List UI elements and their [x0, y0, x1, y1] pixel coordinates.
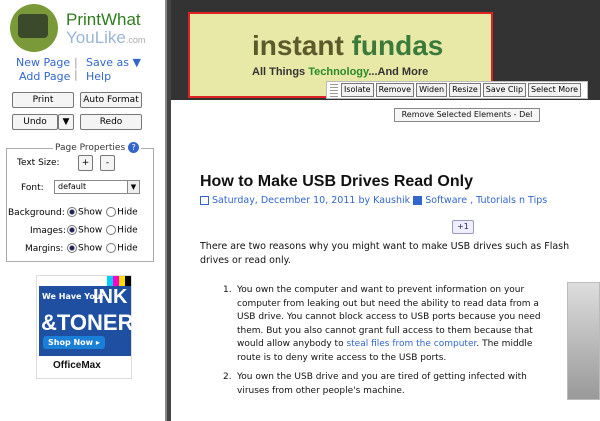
resize-button[interactable]: Resize — [449, 83, 481, 97]
logo-icon — [10, 4, 58, 52]
dropdown-arrow-icon: ▼ — [127, 181, 139, 193]
help-link[interactable]: Help — [86, 70, 111, 83]
ad-ink: INK — [93, 286, 128, 308]
images-show-radio[interactable] — [67, 225, 77, 235]
drag-handle-icon[interactable] — [330, 83, 338, 97]
widen-button[interactable]: Widen — [416, 83, 448, 97]
usb-drive-image — [567, 282, 600, 400]
text-size-decrease-button[interactable]: - — [100, 155, 115, 171]
auto-format-button[interactable]: Auto Format — [80, 92, 142, 108]
selection-toolbar: Isolate Remove Widen Resize Save Clip Se… — [326, 81, 588, 99]
list-item: 1. You own the computer and want to preve… — [223, 285, 541, 363]
undo-button[interactable]: Undo — [12, 114, 58, 130]
ad-shop-now-button[interactable]: Shop Now ▸ — [43, 336, 105, 349]
reasons-list: 1. You own the computer and want to preve… — [223, 284, 553, 404]
calendar-icon — [200, 196, 209, 205]
background-show-radio[interactable] — [67, 207, 77, 217]
folder-icon — [413, 196, 423, 205]
ad-color-stripe — [107, 276, 131, 286]
remove-button[interactable]: Remove — [375, 83, 415, 97]
text-size-increase-button[interactable]: + — [78, 155, 93, 171]
post-date[interactable]: Saturday, December 10, 2011 by Kaushik — [212, 195, 410, 206]
sidebar: PrintWhat YouLike.com New Page Save as ▼… — [0, 0, 167, 421]
ad-toner: &TONER — [41, 310, 134, 335]
margins-show-radio[interactable] — [67, 243, 77, 253]
site-logo-text: instant fundas — [252, 30, 444, 61]
post-meta: Saturday, December 10, 2011 by Kaushik S… — [200, 195, 547, 206]
post-title[interactable]: How to Make USB Drives Read Only — [200, 173, 473, 191]
list-item: 2. You own the USB drive and you are tire… — [223, 372, 527, 396]
logo-line2: YouLike.com — [66, 28, 146, 47]
officemax-ad[interactable]: We Have Your INK &TONER Shop Now ▸ Offic… — [36, 275, 134, 379]
page-preview: instant fundas All Things Technology...A… — [171, 0, 600, 421]
print-button[interactable]: Print — [12, 92, 74, 108]
page-properties-title: Page Properties? — [53, 142, 142, 153]
post-categories[interactable]: Software , Tutorials n Tips — [425, 195, 547, 206]
new-page-link[interactable]: New Page — [16, 56, 70, 69]
remove-selected-elements-button[interactable]: Remove Selected Elements - Del — [394, 108, 540, 122]
add-page-link[interactable]: Add Page — [19, 70, 70, 83]
logo-line1: PrintWhat — [66, 10, 141, 29]
images-radio-group: Show Hide — [66, 225, 138, 236]
officemax-logo: OfficeMax — [53, 360, 101, 371]
google-plusone-button[interactable]: +1 — [452, 220, 474, 234]
margins-label: Margins: — [25, 244, 64, 254]
save-as-link[interactable]: Save as ▼ — [86, 56, 141, 69]
save-clip-button[interactable]: Save Clip — [482, 83, 527, 97]
background-hide-radio[interactable] — [106, 207, 117, 217]
margins-hide-radio[interactable] — [106, 243, 117, 253]
printwhatyoulike-logo[interactable]: PrintWhat YouLike.com — [10, 4, 160, 54]
isolate-button[interactable]: Isolate — [341, 83, 374, 97]
undo-dropdown-arrow-icon[interactable]: ▼ — [58, 114, 74, 130]
images-hide-radio[interactable] — [106, 225, 117, 235]
images-label: Images: — [30, 226, 66, 236]
font-label: Font: — [21, 183, 44, 193]
select-more-button[interactable]: Select More — [528, 83, 582, 97]
background-label: Background: — [8, 208, 65, 218]
post-intro: There are two reasons why you might want… — [200, 241, 570, 266]
background-radio-group: Show Hide — [66, 207, 138, 218]
steal-files-link[interactable]: steal files from the computer — [346, 339, 476, 349]
help-question-icon[interactable]: ? — [128, 142, 140, 153]
site-tagline: All Things Technology...And More — [252, 66, 429, 78]
redo-button[interactable]: Redo — [80, 114, 142, 130]
font-select[interactable]: default ▼ — [54, 180, 140, 194]
text-size-label: Text Size: — [17, 158, 60, 168]
margins-radio-group: Show Hide — [66, 243, 138, 254]
